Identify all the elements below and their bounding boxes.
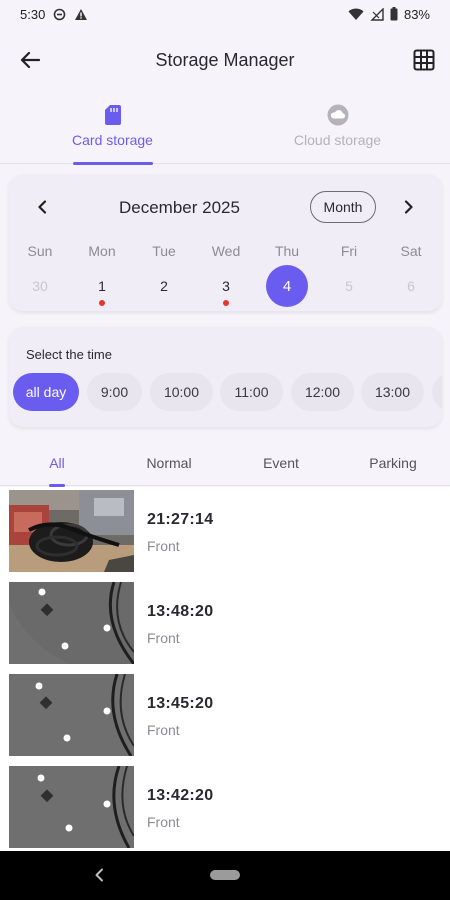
recording-item[interactable]: 13:48:20 Front (0, 579, 450, 671)
weekday-label: Fri (340, 243, 358, 259)
grid-view-button[interactable] (410, 46, 438, 74)
calendar-day[interactable]: 30 (19, 265, 61, 307)
wifi-icon (348, 8, 364, 21)
weekday-label: Sat (400, 243, 422, 259)
back-button[interactable] (16, 46, 44, 74)
chevron-left-icon (95, 868, 103, 882)
page-title: Storage Manager (155, 49, 295, 70)
recording-camera: Front (147, 630, 180, 646)
recording-camera: Front (147, 722, 180, 738)
calendar-day[interactable]: 5 (328, 265, 370, 307)
calendar-day-number: 3 (222, 278, 230, 294)
tab-event-label: Event (263, 455, 299, 471)
tab-normal-label: Normal (146, 455, 192, 471)
recording-item[interactable]: 21:27:14 Front (0, 487, 450, 579)
previous-month-button[interactable] (31, 196, 53, 218)
system-navigation-bar (0, 851, 450, 900)
calendar-day[interactable]: 2 (143, 265, 185, 307)
recording-camera: Front (147, 814, 180, 830)
weekday-label: Tue (152, 243, 176, 259)
sd-card-icon (104, 102, 122, 128)
calendar-view-toggle[interactable]: Month (310, 191, 376, 223)
recording-camera: Front (147, 538, 180, 554)
warning-icon (74, 8, 88, 21)
video-thumbnail[interactable] (9, 674, 134, 756)
recording-time: 21:27:14 (147, 511, 214, 528)
tab-parking-label: Parking (369, 455, 417, 471)
time-chip[interactable]: 9:00 (87, 373, 142, 411)
storage-tabs: Card storage Cloud storage (0, 96, 450, 165)
video-thumbnail[interactable] (9, 766, 134, 848)
weekday-label: Sun (27, 243, 53, 259)
calendar-day-number: 2 (160, 278, 168, 294)
time-chip[interactable]: 13:00 (361, 373, 424, 411)
next-month-button[interactable] (398, 196, 420, 218)
calendar-day-selected[interactable]: 4 (266, 265, 308, 307)
tab-event[interactable]: Event (225, 440, 337, 486)
time-chip[interactable]: 12:00 (291, 373, 354, 411)
calendar-day[interactable]: 1 (81, 265, 123, 307)
tab-all[interactable]: All (1, 440, 113, 487)
weekday-label: Mon (88, 243, 116, 259)
video-thumbnail[interactable] (9, 490, 134, 572)
recording-time: 13:42:20 (147, 787, 214, 804)
calendar-day-number: 6 (407, 278, 415, 294)
status-bar: 5:30 83% (0, 0, 450, 28)
grid-icon (413, 49, 435, 71)
tab-cloud-storage-label: Cloud storage (293, 132, 382, 148)
signal-icon (370, 7, 384, 21)
recording-type-tabs: All Normal Event Parking (0, 440, 450, 487)
calendar-card: December 2025 Month Sun Mon Tue Wed Thu … (9, 174, 442, 311)
recording-time: 13:48:20 (147, 603, 214, 620)
recording-list: 21:27:14 Front 13:48:20 Front 13:45:20 F… (0, 487, 450, 851)
sync-icon (53, 8, 66, 21)
calendar-day-number: 5 (345, 278, 353, 294)
time-chip[interactable]: 11:00 (220, 373, 283, 411)
time-chip-all-day[interactable]: all day (13, 373, 79, 411)
tab-parking[interactable]: Parking (337, 440, 449, 486)
tab-card-storage-label: Card storage (72, 132, 153, 148)
chevron-right-icon (404, 200, 413, 214)
recording-indicator-dot (223, 300, 229, 306)
tab-card-storage[interactable]: Card storage (0, 96, 225, 165)
calendar-day[interactable]: 3 (205, 265, 247, 307)
video-thumbnail[interactable] (9, 582, 134, 664)
tab-cloud-storage[interactable]: Cloud storage (225, 96, 450, 164)
time-filter-title: Select the time (26, 347, 112, 362)
tab-normal[interactable]: Normal (113, 440, 225, 486)
arrow-left-icon (20, 51, 40, 69)
system-back-button[interactable] (90, 865, 108, 885)
app-bar: Storage Manager (0, 36, 450, 84)
tab-all-label: All (49, 455, 65, 471)
weekday-label: Thu (274, 243, 300, 259)
calendar-month-label: December 2025 (119, 198, 240, 217)
active-tab-indicator (72, 162, 153, 165)
time-chip-partial[interactable] (432, 373, 442, 411)
battery-icon (390, 7, 398, 21)
calendar-day-number: 1 (98, 278, 106, 294)
recording-time: 13:45:20 (147, 695, 214, 712)
cloud-icon (327, 102, 349, 128)
status-time: 5:30 (20, 6, 46, 22)
battery-level: 83% (403, 6, 430, 22)
calendar-day[interactable]: 6 (390, 265, 432, 307)
calendar-day-number: 4 (282, 277, 292, 295)
weekday-label: Wed (211, 243, 241, 259)
time-filter-card: Select the time all day 9:00 10:00 11:00… (9, 327, 442, 427)
recording-item[interactable]: 13:45:20 Front (0, 671, 450, 763)
home-handle[interactable] (210, 870, 240, 880)
time-chip[interactable]: 10:00 (150, 373, 213, 411)
recording-indicator-dot (99, 300, 105, 306)
recording-item[interactable]: 13:42:20 Front (0, 763, 450, 851)
chevron-left-icon (38, 200, 47, 214)
calendar-day-number: 30 (32, 278, 48, 294)
